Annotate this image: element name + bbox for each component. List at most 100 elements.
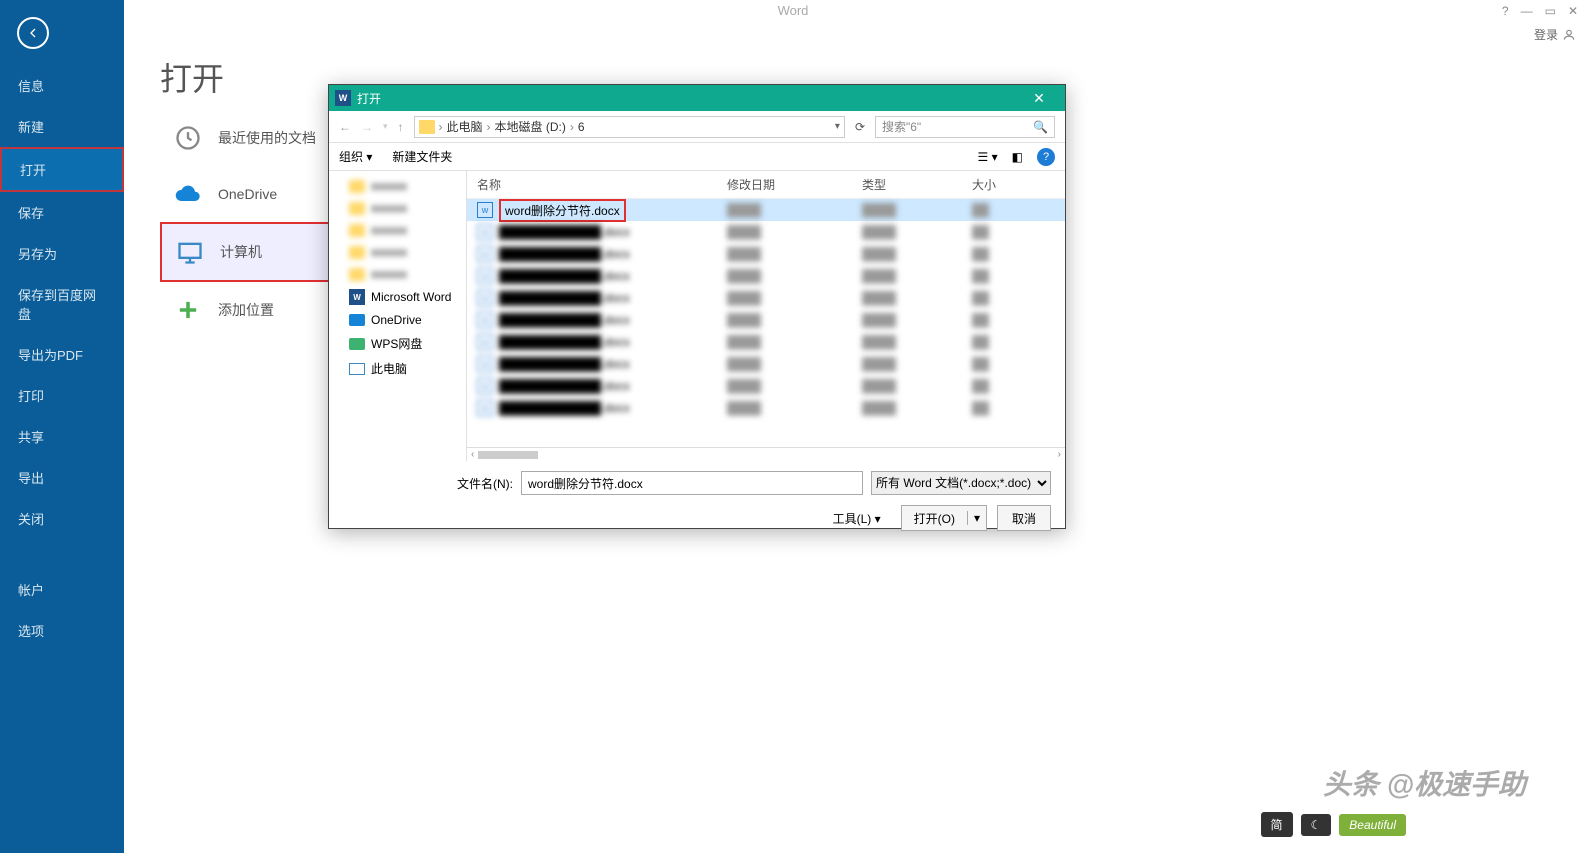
filename-label: 文件名(N):: [343, 475, 513, 492]
doc-icon: w: [477, 202, 493, 218]
tree-item-5[interactable]: WMicrosoft Word: [329, 285, 466, 309]
file-row-1[interactable]: w████████████.docx██████████: [467, 221, 1065, 243]
doc-icon: w: [477, 246, 493, 262]
maximize-icon[interactable]: ▭: [1545, 4, 1556, 18]
doc-icon: w: [477, 268, 493, 284]
file-row-3[interactable]: w████████████.docx██████████: [467, 265, 1065, 287]
chevron-down-icon[interactable]: ▾: [835, 121, 840, 132]
back-button[interactable]: [17, 17, 49, 49]
file-row-4[interactable]: w████████████.docx██████████: [467, 287, 1065, 309]
word-icon: W: [349, 289, 365, 305]
open-split-dropdown[interactable]: ▾: [967, 511, 986, 525]
organize-button[interactable]: 组织 ▾: [339, 148, 372, 165]
beautiful-indicator[interactable]: Beautiful: [1339, 814, 1406, 836]
sidebar-item-10[interactable]: 关闭: [0, 498, 124, 539]
tree-item-0[interactable]: xxxxxx: [329, 175, 466, 197]
login-button[interactable]: 登录: [1534, 26, 1576, 43]
doc-icon: w: [477, 312, 493, 328]
nav-back-button[interactable]: ←: [339, 120, 351, 134]
file-row-9[interactable]: w████████████.docx██████████: [467, 397, 1065, 419]
file-row-7[interactable]: w████████████.docx██████████: [467, 353, 1065, 375]
moon-icon[interactable]: ☾: [1301, 814, 1332, 836]
help-icon[interactable]: ?: [1037, 148, 1055, 166]
sidebar-item-2[interactable]: 打开: [0, 147, 124, 192]
sidebar-item-4[interactable]: 另存为: [0, 233, 124, 274]
doc-icon: w: [477, 400, 493, 416]
user-icon: [1562, 28, 1576, 42]
dialog-title: 打开: [357, 90, 381, 107]
tree-item-3[interactable]: xxxxxx: [329, 241, 466, 263]
doc-icon: w: [477, 356, 493, 372]
tree-item-8[interactable]: 此电脑: [329, 356, 466, 381]
sidebar-item-0[interactable]: 信息: [0, 65, 124, 106]
cloud-icon: [174, 180, 202, 208]
file-row-6[interactable]: w████████████.docx██████████: [467, 331, 1065, 353]
nav-forward-button[interactable]: →: [361, 120, 373, 134]
sidebar-item-6[interactable]: 导出为PDF: [0, 334, 124, 375]
onedrive-icon: [349, 314, 365, 326]
doc-icon: w: [477, 290, 493, 306]
search-icon: 🔍: [1033, 120, 1048, 134]
tree-item-7[interactable]: WPS网盘: [329, 331, 466, 356]
arrow-left-icon: [25, 25, 41, 41]
folder-tree[interactable]: xxxxxxxxxxxxxxxxxxxxxxxxxxxxxxWMicrosoft…: [329, 171, 467, 461]
sidebar-item-5[interactable]: 保存到百度网盘: [0, 274, 124, 334]
close-icon[interactable]: ✕: [1568, 4, 1578, 18]
sidebar-item-9[interactable]: 导出: [0, 457, 124, 498]
search-input[interactable]: 搜索"6" 🔍: [875, 116, 1055, 138]
tree-item-6[interactable]: OneDrive: [329, 309, 466, 331]
tree-item-4[interactable]: xxxxxx: [329, 263, 466, 285]
page-title: 打开: [160, 54, 224, 100]
lang-indicator[interactable]: 简: [1261, 812, 1293, 837]
folder-icon: [349, 246, 365, 259]
bottom-toolbar: 简 ☾ Beautiful: [1261, 812, 1406, 837]
app-title: Word: [778, 3, 809, 18]
doc-icon: w: [477, 378, 493, 394]
plus-icon: [174, 296, 202, 324]
tree-item-1[interactable]: xxxxxx: [329, 197, 466, 219]
help-icon[interactable]: ?: [1502, 4, 1509, 18]
folder-icon: [349, 224, 365, 237]
open-button[interactable]: 打开(O)▾: [901, 505, 987, 531]
nav-up-button[interactable]: ↑: [398, 120, 404, 134]
doc-icon: w: [477, 334, 493, 350]
horizontal-scrollbar[interactable]: ‹›: [467, 447, 1065, 461]
cancel-button[interactable]: 取消: [997, 505, 1051, 531]
file-header[interactable]: 名称 修改日期 类型 大小: [467, 171, 1065, 199]
view-options-icon[interactable]: ☰ ▾: [978, 150, 998, 164]
file-row-0[interactable]: wword删除分节符.docx██████████: [467, 199, 1065, 221]
sidebar-item-7[interactable]: 打印: [0, 375, 124, 416]
preview-pane-icon[interactable]: ◧: [1012, 150, 1023, 164]
watermark: 头条 @极速手助: [1323, 763, 1526, 803]
open-file-dialog: W 打开 ✕ ← → ▾ ↑ › 此电脑› 本地磁盘 (D:)› 6 ▾ ⟳ 搜…: [328, 84, 1066, 529]
file-filter-select[interactable]: 所有 Word 文档(*.docx;*.doc): [871, 471, 1051, 495]
file-row-5[interactable]: w████████████.docx██████████: [467, 309, 1065, 331]
sidebar-item-3[interactable]: 保存: [0, 192, 124, 233]
folder-icon: [349, 268, 365, 281]
filename-input[interactable]: [521, 471, 863, 495]
file-list[interactable]: 名称 修改日期 类型 大小 wword删除分节符.docx██████████w…: [467, 171, 1065, 461]
nav-dropdown-icon[interactable]: ▾: [383, 121, 388, 132]
tree-item-2[interactable]: xxxxxx: [329, 219, 466, 241]
word-icon: W: [335, 90, 351, 106]
file-row-8[interactable]: w████████████.docx██████████: [467, 375, 1065, 397]
sidebar-item-1[interactable]: 新建: [0, 106, 124, 147]
wps-icon: [349, 338, 365, 350]
tools-button[interactable]: 工具(L) ▾: [833, 510, 881, 527]
pc-icon: [349, 363, 365, 375]
sidebar-footer-item-0[interactable]: 帐户: [0, 569, 124, 610]
folder-icon: [419, 120, 435, 134]
new-folder-button[interactable]: 新建文件夹: [392, 148, 452, 165]
dialog-title-bar[interactable]: W 打开 ✕: [329, 85, 1065, 111]
minimize-icon[interactable]: —: [1521, 4, 1533, 18]
backstage-sidebar: 信息新建打开保存另存为保存到百度网盘导出为PDF打印共享导出关闭 帐户选项: [0, 0, 124, 853]
refresh-icon[interactable]: ⟳: [855, 120, 865, 134]
dialog-nav: ← → ▾ ↑ › 此电脑› 本地磁盘 (D:)› 6 ▾ ⟳ 搜索"6" 🔍: [329, 111, 1065, 143]
breadcrumb[interactable]: › 此电脑› 本地磁盘 (D:)› 6 ▾: [414, 116, 845, 138]
sidebar-item-8[interactable]: 共享: [0, 416, 124, 457]
dialog-close-button[interactable]: ✕: [1019, 90, 1059, 107]
sidebar-footer-item-1[interactable]: 选项: [0, 610, 124, 651]
file-row-2[interactable]: w████████████.docx██████████: [467, 243, 1065, 265]
folder-icon: [349, 180, 365, 193]
dialog-toolbar: 组织 ▾ 新建文件夹 ☰ ▾ ◧ ?: [329, 143, 1065, 171]
